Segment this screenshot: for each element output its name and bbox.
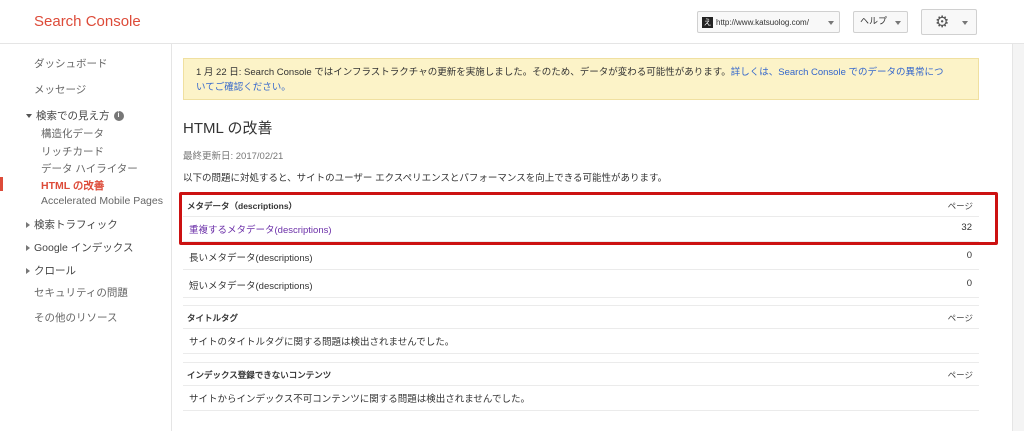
notice-banner: 1 月 22 日: Search Console ではインフラストラクチャの更新… — [183, 58, 979, 100]
section-title: メタデータ（descriptions） — [187, 201, 298, 211]
sidebar-group-label: クロール — [34, 265, 76, 277]
sidebar-group-label: 検索トラフィック — [34, 219, 118, 231]
column-header-pages: ページ — [947, 201, 973, 211]
expanded-arrow-icon — [26, 114, 32, 119]
sidebar-group-label: 検索での見え方 — [36, 110, 110, 122]
scrollbar[interactable] — [1012, 44, 1024, 431]
sidebar-group-search-traffic[interactable]: 検索トラフィック — [26, 217, 118, 232]
issue-count: 0 — [966, 278, 972, 289]
table-row: サイトのタイトルタグに関する問題は検出されませんでした。 — [183, 326, 979, 354]
no-issues-message: サイトのタイトルタグに関する問題は検出されませんでした。 — [189, 337, 455, 348]
section-title: タイトルタグ — [187, 313, 239, 323]
issue-count: 32 — [961, 222, 972, 233]
sidebar-item-dashboard[interactable]: ダッシュボード — [34, 56, 108, 71]
last-updated: 最終更新日: 2017/02/21 — [183, 151, 284, 162]
collapsed-arrow-icon — [26, 222, 30, 229]
section-title: インデックス登録できないコンテンツ — [187, 370, 332, 380]
sidebar-group-google-index[interactable]: Google インデックス — [26, 240, 133, 255]
sidebar-item-messages[interactable]: メッセージ — [34, 82, 86, 97]
table-row[interactable]: 重複するメタデータ(descriptions) 32 — [183, 214, 979, 242]
issue-link-duplicate-meta[interactable]: 重複するメタデータ(descriptions) — [189, 222, 332, 236]
notice-text: 1 月 22 日: Search Console ではインフラストラクチャの更新… — [196, 67, 731, 78]
collapsed-arrow-icon — [26, 245, 30, 252]
sidebar-item-other-resources[interactable]: その他のリソース — [34, 310, 117, 325]
column-header-pages: ページ — [947, 370, 973, 380]
chevron-down-icon — [962, 21, 968, 25]
sidebar-item-data-highlighter[interactable]: データ ハイライター — [41, 161, 138, 176]
table-row: サイトからインデックス不可コンテンツに関する問題は検出されませんでした。 — [183, 383, 979, 411]
table-row: 短いメタデータ(descriptions) 0 — [183, 270, 979, 298]
column-header-pages: ページ — [947, 313, 973, 323]
page-title: HTML の改善 — [183, 120, 273, 137]
sidebar-group-crawl[interactable]: クロール — [26, 263, 76, 278]
intro-text: 以下の問題に対処すると、サイトのユーザー エクスペリエンスとパフォーマンスを向上… — [183, 173, 668, 184]
gear-icon: ⚙ — [935, 12, 950, 31]
app-logo[interactable]: Search Console — [34, 13, 141, 30]
chevron-down-icon — [828, 21, 834, 25]
table-row: 長いメタデータ(descriptions) 0 — [183, 242, 979, 270]
issue-label-short-meta: 短いメタデータ(descriptions) — [189, 281, 313, 292]
collapsed-arrow-icon — [26, 268, 30, 275]
sidebar: ダッシュボード メッセージ 検索での見え方 i 構造化データ リッチカード データ… — [0, 44, 172, 431]
issue-label-long-meta: 長いメタデータ(descriptions) — [189, 253, 313, 264]
active-indicator — [0, 177, 3, 191]
site-url: http://www.katsuolog.com/ — [716, 17, 809, 27]
no-issues-message: サイトからインデックス不可コンテンツに関する問題は検出されませんでした。 — [189, 394, 530, 405]
sidebar-group-search-appearance[interactable]: 検索での見え方 i — [26, 108, 124, 123]
chevron-down-icon — [895, 21, 901, 25]
help-button[interactable]: ヘルプ — [853, 11, 908, 33]
sidebar-item-amp[interactable]: Accelerated Mobile Pages — [41, 195, 163, 207]
sidebar-group-label: Google インデックス — [34, 242, 134, 254]
site-favicon-icon: え — [702, 16, 713, 28]
issue-count: 0 — [966, 250, 972, 261]
top-bar: Search Console え http://www.katsuolog.co… — [0, 0, 1024, 44]
help-label: ヘルプ — [860, 17, 888, 27]
site-selector[interactable]: え http://www.katsuolog.com/ — [697, 11, 840, 33]
sidebar-item-rich-cards[interactable]: リッチカード — [41, 144, 104, 159]
sidebar-item-html-improvements[interactable]: HTML の改善 — [41, 178, 104, 193]
sidebar-item-structured-data[interactable]: 構造化データ — [41, 126, 104, 141]
info-icon[interactable]: i — [113, 111, 124, 122]
sidebar-item-security[interactable]: セキュリティの問題 — [34, 285, 128, 300]
settings-button[interactable]: ⚙ — [921, 9, 977, 35]
